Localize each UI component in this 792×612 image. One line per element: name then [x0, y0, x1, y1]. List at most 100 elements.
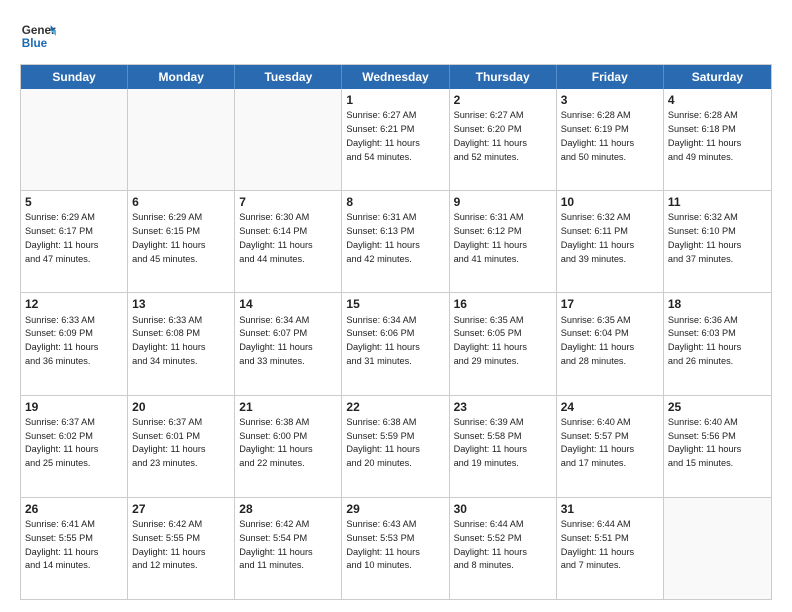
logo-icon: General Blue	[20, 18, 56, 54]
calendar-header: SundayMondayTuesdayWednesdayThursdayFrid…	[21, 65, 771, 89]
day-info-text: Sunrise: 6:42 AM Sunset: 5:55 PM Dayligh…	[132, 519, 205, 570]
weekday-header-tuesday: Tuesday	[235, 65, 342, 89]
day-info-text: Sunrise: 6:33 AM Sunset: 6:09 PM Dayligh…	[25, 315, 98, 366]
calendar-cell-empty-0-0	[21, 89, 128, 190]
day-number: 11	[668, 194, 767, 210]
calendar-cell-29: 29 Sunrise: 6:43 AM Sunset: 5:53 PM Dayli…	[342, 498, 449, 599]
calendar-cell-30: 30 Sunrise: 6:44 AM Sunset: 5:52 PM Dayli…	[450, 498, 557, 599]
day-info-text: Sunrise: 6:44 AM Sunset: 5:51 PM Dayligh…	[561, 519, 634, 570]
day-number: 1	[346, 92, 444, 108]
day-number: 5	[25, 194, 123, 210]
day-number: 2	[454, 92, 552, 108]
day-info-text: Sunrise: 6:34 AM Sunset: 6:07 PM Dayligh…	[239, 315, 312, 366]
calendar-cell-13: 13 Sunrise: 6:33 AM Sunset: 6:08 PM Dayli…	[128, 293, 235, 394]
day-info-text: Sunrise: 6:37 AM Sunset: 6:02 PM Dayligh…	[25, 417, 98, 468]
calendar-cell-12: 12 Sunrise: 6:33 AM Sunset: 6:09 PM Dayli…	[21, 293, 128, 394]
calendar-cell-11: 11 Sunrise: 6:32 AM Sunset: 6:10 PM Dayli…	[664, 191, 771, 292]
calendar-body: 1Sunrise: 6:27 AM Sunset: 6:21 PM Daylig…	[21, 89, 771, 599]
day-info-text: Sunrise: 6:27 AM Sunset: 6:20 PM Dayligh…	[454, 110, 527, 161]
day-number: 22	[346, 399, 444, 415]
day-info-text: Sunrise: 6:41 AM Sunset: 5:55 PM Dayligh…	[25, 519, 98, 570]
day-number: 12	[25, 296, 123, 312]
calendar-cell-10: 10 Sunrise: 6:32 AM Sunset: 6:11 PM Dayli…	[557, 191, 664, 292]
calendar-cell-1: 1Sunrise: 6:27 AM Sunset: 6:21 PM Daylig…	[342, 89, 449, 190]
calendar-cell-5: 5 Sunrise: 6:29 AM Sunset: 6:17 PM Daylig…	[21, 191, 128, 292]
logo: General Blue	[20, 18, 56, 54]
day-number: 10	[561, 194, 659, 210]
day-number: 6	[132, 194, 230, 210]
weekday-header-monday: Monday	[128, 65, 235, 89]
calendar-cell-2: 2 Sunrise: 6:27 AM Sunset: 6:20 PM Daylig…	[450, 89, 557, 190]
calendar: SundayMondayTuesdayWednesdayThursdayFrid…	[20, 64, 772, 600]
calendar-cell-28: 28 Sunrise: 6:42 AM Sunset: 5:54 PM Dayli…	[235, 498, 342, 599]
day-number: 15	[346, 296, 444, 312]
day-info-text: Sunrise: 6:32 AM Sunset: 6:10 PM Dayligh…	[668, 212, 741, 263]
calendar-cell-empty-0-2	[235, 89, 342, 190]
calendar-cell-8: 8 Sunrise: 6:31 AM Sunset: 6:13 PM Daylig…	[342, 191, 449, 292]
day-info-text: Sunrise: 6:37 AM Sunset: 6:01 PM Dayligh…	[132, 417, 205, 468]
day-number: 16	[454, 296, 552, 312]
day-number: 4	[668, 92, 767, 108]
day-info-text: Sunrise: 6:32 AM Sunset: 6:11 PM Dayligh…	[561, 212, 634, 263]
weekday-header-wednesday: Wednesday	[342, 65, 449, 89]
calendar-cell-empty-4-6	[664, 498, 771, 599]
day-info-text: Sunrise: 6:29 AM Sunset: 6:17 PM Dayligh…	[25, 212, 98, 263]
day-number: 23	[454, 399, 552, 415]
day-number: 26	[25, 501, 123, 517]
calendar-cell-27: 27Sunrise: 6:42 AM Sunset: 5:55 PM Dayli…	[128, 498, 235, 599]
calendar-row-3: 19 Sunrise: 6:37 AM Sunset: 6:02 PM Dayli…	[21, 395, 771, 497]
day-number: 25	[668, 399, 767, 415]
calendar-cell-empty-0-1	[128, 89, 235, 190]
calendar-cell-15: 15Sunrise: 6:34 AM Sunset: 6:06 PM Dayli…	[342, 293, 449, 394]
day-info-text: Sunrise: 6:35 AM Sunset: 6:04 PM Dayligh…	[561, 315, 634, 366]
weekday-header-thursday: Thursday	[450, 65, 557, 89]
day-info-text: Sunrise: 6:38 AM Sunset: 5:59 PM Dayligh…	[346, 417, 419, 468]
day-number: 28	[239, 501, 337, 517]
day-number: 20	[132, 399, 230, 415]
calendar-cell-9: 9Sunrise: 6:31 AM Sunset: 6:12 PM Daylig…	[450, 191, 557, 292]
day-number: 31	[561, 501, 659, 517]
day-info-text: Sunrise: 6:30 AM Sunset: 6:14 PM Dayligh…	[239, 212, 312, 263]
day-info-text: Sunrise: 6:31 AM Sunset: 6:13 PM Dayligh…	[346, 212, 419, 263]
calendar-row-2: 12 Sunrise: 6:33 AM Sunset: 6:09 PM Dayli…	[21, 292, 771, 394]
day-number: 9	[454, 194, 552, 210]
weekday-header-saturday: Saturday	[664, 65, 771, 89]
calendar-row-0: 1Sunrise: 6:27 AM Sunset: 6:21 PM Daylig…	[21, 89, 771, 190]
day-info-text: Sunrise: 6:40 AM Sunset: 5:57 PM Dayligh…	[561, 417, 634, 468]
calendar-cell-14: 14 Sunrise: 6:34 AM Sunset: 6:07 PM Dayli…	[235, 293, 342, 394]
weekday-header-friday: Friday	[557, 65, 664, 89]
day-info-text: Sunrise: 6:38 AM Sunset: 6:00 PM Dayligh…	[239, 417, 312, 468]
day-info-text: Sunrise: 6:36 AM Sunset: 6:03 PM Dayligh…	[668, 315, 741, 366]
day-number: 17	[561, 296, 659, 312]
calendar-cell-25: 25Sunrise: 6:40 AM Sunset: 5:56 PM Dayli…	[664, 396, 771, 497]
day-number: 18	[668, 296, 767, 312]
day-number: 29	[346, 501, 444, 517]
calendar-cell-31: 31 Sunrise: 6:44 AM Sunset: 5:51 PM Dayli…	[557, 498, 664, 599]
day-number: 24	[561, 399, 659, 415]
day-number: 13	[132, 296, 230, 312]
calendar-cell-3: 3Sunrise: 6:28 AM Sunset: 6:19 PM Daylig…	[557, 89, 664, 190]
calendar-cell-17: 17 Sunrise: 6:35 AM Sunset: 6:04 PM Dayli…	[557, 293, 664, 394]
page: General Blue SundayMondayTuesdayWednesda…	[0, 0, 792, 612]
header: General Blue	[20, 18, 772, 54]
day-number: 19	[25, 399, 123, 415]
day-number: 30	[454, 501, 552, 517]
calendar-cell-19: 19 Sunrise: 6:37 AM Sunset: 6:02 PM Dayli…	[21, 396, 128, 497]
day-info-text: Sunrise: 6:29 AM Sunset: 6:15 PM Dayligh…	[132, 212, 205, 263]
day-number: 14	[239, 296, 337, 312]
calendar-cell-7: 7 Sunrise: 6:30 AM Sunset: 6:14 PM Daylig…	[235, 191, 342, 292]
day-info-text: Sunrise: 6:42 AM Sunset: 5:54 PM Dayligh…	[239, 519, 312, 570]
day-number: 8	[346, 194, 444, 210]
day-number: 7	[239, 194, 337, 210]
svg-text:Blue: Blue	[22, 37, 48, 50]
day-info-text: Sunrise: 6:44 AM Sunset: 5:52 PM Dayligh…	[454, 519, 527, 570]
calendar-cell-23: 23Sunrise: 6:39 AM Sunset: 5:58 PM Dayli…	[450, 396, 557, 497]
calendar-cell-4: 4Sunrise: 6:28 AM Sunset: 6:18 PM Daylig…	[664, 89, 771, 190]
day-number: 3	[561, 92, 659, 108]
day-info-text: Sunrise: 6:33 AM Sunset: 6:08 PM Dayligh…	[132, 315, 205, 366]
calendar-cell-6: 6 Sunrise: 6:29 AM Sunset: 6:15 PM Daylig…	[128, 191, 235, 292]
weekday-header-sunday: Sunday	[21, 65, 128, 89]
calendar-cell-22: 22 Sunrise: 6:38 AM Sunset: 5:59 PM Dayli…	[342, 396, 449, 497]
calendar-cell-16: 16Sunrise: 6:35 AM Sunset: 6:05 PM Dayli…	[450, 293, 557, 394]
day-info-text: Sunrise: 6:43 AM Sunset: 5:53 PM Dayligh…	[346, 519, 419, 570]
